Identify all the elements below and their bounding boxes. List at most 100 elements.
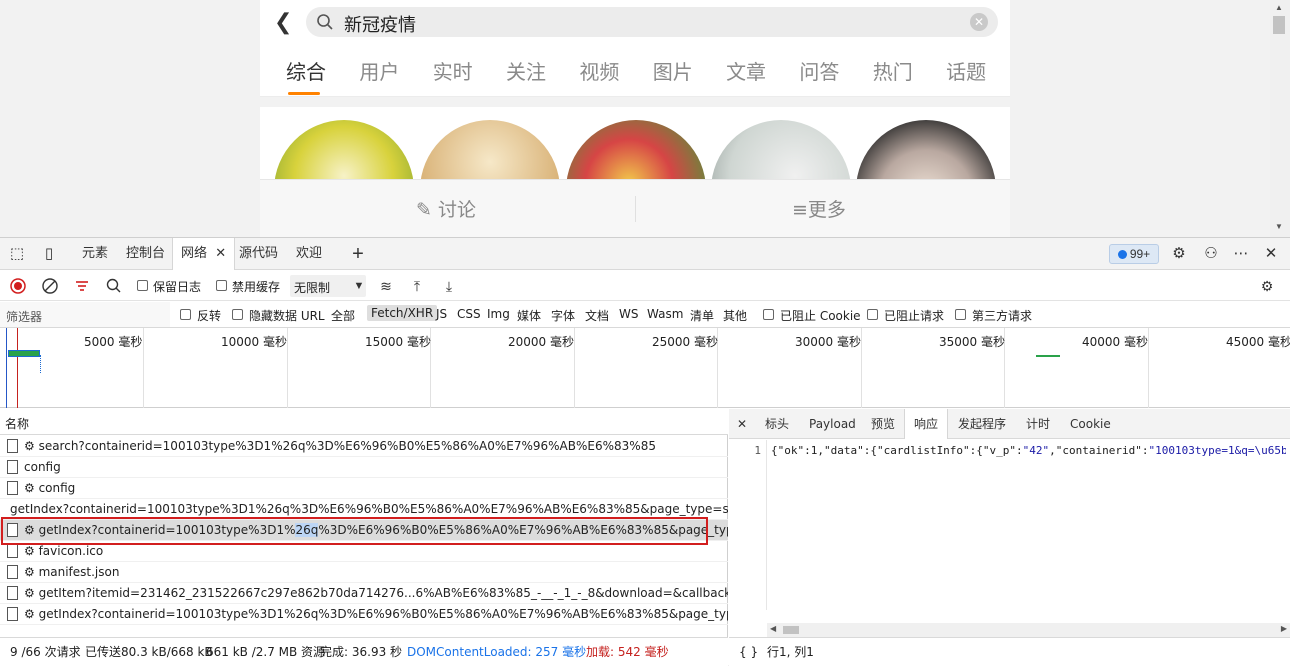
tab-realtime[interactable]: 实时 xyxy=(433,56,473,85)
request-name: config xyxy=(24,460,61,474)
issues-badge[interactable]: 99+ xyxy=(1109,244,1159,264)
name-column-label: 名称 xyxy=(5,417,30,431)
discuss-button[interactable]: ✎ 讨论 xyxy=(416,195,476,222)
tab-headers[interactable]: 标头 xyxy=(765,409,789,439)
back-arrow-icon[interactable]: ❮ xyxy=(274,8,298,36)
pretty-print-button[interactable]: { } xyxy=(739,638,758,666)
invert-checkbox[interactable] xyxy=(180,309,191,320)
tab-images[interactable]: 图片 xyxy=(653,56,693,85)
request-row[interactable]: ⚙ manifest.json xyxy=(0,562,728,583)
more-button[interactable]: ≡更多 xyxy=(792,195,846,222)
more-options-icon[interactable]: ⋯ xyxy=(1232,245,1250,263)
settings-icon[interactable]: ⚙ xyxy=(1170,245,1188,263)
tab-users[interactable]: 用户 xyxy=(359,56,399,85)
scroll-right-icon[interactable]: ▶ xyxy=(1281,624,1287,633)
response-body[interactable]: 1 {"ok":1,"data":{"cardlistInfo":{"v_p":… xyxy=(729,440,1290,610)
device-toggle-icon[interactable]: ▯ xyxy=(40,245,58,263)
clear-icon[interactable]: ✕ xyxy=(970,13,988,31)
discuss-label: 讨论 xyxy=(437,199,476,221)
tab-qa[interactable]: 问答 xyxy=(799,56,839,85)
disable-cache-checkbox[interactable] xyxy=(216,280,227,291)
request-row[interactable]: ⚙ getIndex?containerid=100103type%3D1%26… xyxy=(0,604,728,625)
filter-manifest[interactable]: 清单 xyxy=(690,307,714,324)
blocked-requests-checkbox[interactable] xyxy=(867,309,878,320)
request-count: 9 /66 次请求 xyxy=(10,645,81,659)
network-overview[interactable]: 5000 毫秒 10000 毫秒 15000 毫秒 20000 毫秒 25000… xyxy=(0,328,1290,408)
page-scrollbar[interactable]: ▲ ▼ xyxy=(1270,0,1290,237)
filter-js[interactable]: JS xyxy=(436,307,447,321)
third-party-checkbox[interactable] xyxy=(955,309,966,320)
filter-placeholder: 筛选器 xyxy=(6,310,43,324)
network-conditions-icon[interactable]: ≋ xyxy=(377,277,395,295)
tab-response[interactable]: 响应 xyxy=(904,409,949,439)
tab-timing[interactable]: 计时 xyxy=(1026,409,1050,439)
scroll-down-icon[interactable]: ▼ xyxy=(1275,222,1283,231)
network-settings-icon[interactable]: ⚙ xyxy=(1258,277,1276,295)
filter-input[interactable]: 筛选器 xyxy=(0,302,170,327)
hide-data-urls-checkbox[interactable] xyxy=(232,309,243,320)
tab-video[interactable]: 视频 xyxy=(579,56,619,85)
section-gap xyxy=(260,97,1010,107)
tab-preview[interactable]: 预览 xyxy=(871,409,895,439)
export-har-icon[interactable]: ⤓ xyxy=(440,277,458,295)
search-box[interactable]: 新冠疫情 ✕ xyxy=(306,7,998,37)
tab-welcome[interactable]: 欢迎 xyxy=(296,238,322,270)
filter-icon[interactable] xyxy=(73,277,91,295)
filter-img[interactable]: Img xyxy=(487,307,510,321)
request-row[interactable]: ⚙ getItem?itemid=231462_231522667c297e86… xyxy=(0,583,728,604)
scroll-left-icon[interactable]: ◀ xyxy=(770,624,776,633)
inspect-element-icon[interactable]: ⬚ xyxy=(8,245,26,263)
overview-tick: 15000 毫秒 xyxy=(365,335,431,349)
filter-css[interactable]: CSS xyxy=(457,307,481,321)
scroll-up-icon[interactable]: ▲ xyxy=(1275,3,1283,12)
tab-sources[interactable]: 源代码 xyxy=(239,238,278,270)
tab-elements[interactable]: 元素 xyxy=(82,238,108,270)
close-detail-icon[interactable]: ✕ xyxy=(737,409,747,439)
search-icon[interactable] xyxy=(105,277,123,295)
filter-font[interactable]: 字体 xyxy=(551,307,575,324)
scrollbar-thumb[interactable] xyxy=(1273,16,1285,34)
transferred: 已传送80.3 kB/668 kB xyxy=(85,645,213,659)
close-devtools-icon[interactable]: ✕ xyxy=(1262,245,1280,263)
preserve-log-checkbox[interactable] xyxy=(137,280,148,291)
filter-doc[interactable]: 文档 xyxy=(585,307,609,324)
scrollbar-thumb[interactable] xyxy=(783,626,799,634)
search-input[interactable]: 新冠疫情 xyxy=(344,11,416,37)
tab-cookies[interactable]: Cookie xyxy=(1070,409,1111,439)
tab-following[interactable]: 关注 xyxy=(506,56,546,85)
tab-network[interactable]: 网络 ✕ xyxy=(172,238,236,270)
tab-articles[interactable]: 文章 xyxy=(726,56,766,85)
tab-console[interactable]: 控制台 xyxy=(126,238,165,270)
response-code-line: {"ok":1,"data":{"cardlistInfo":{"v_p":"4… xyxy=(771,444,1286,457)
request-row[interactable]: ⚙ config xyxy=(0,478,728,499)
tab-initiator[interactable]: 发起程序 xyxy=(958,409,1006,439)
tab-hot[interactable]: 热门 xyxy=(873,56,913,85)
dcl-marker xyxy=(6,328,7,408)
tab-payload[interactable]: Payload xyxy=(809,409,856,439)
customize-icon[interactable]: ⚇ xyxy=(1202,245,1220,263)
overview-gridline xyxy=(287,328,288,408)
tab-topics[interactable]: 话题 xyxy=(946,56,986,85)
import-har-icon[interactable]: ⤒ xyxy=(408,277,426,295)
file-icon xyxy=(7,586,18,600)
finish-time: 完成: 36.93 秒 xyxy=(320,645,403,659)
filter-fetch-xhr[interactable]: Fetch/XHR xyxy=(367,305,438,321)
name-column-header[interactable]: 名称 xyxy=(0,409,728,435)
filter-all[interactable]: 全部 xyxy=(331,307,355,324)
record-icon[interactable] xyxy=(9,277,27,295)
tab-comprehensive[interactable]: 综合 xyxy=(286,56,326,95)
chevron-down-icon[interactable]: ▼ xyxy=(350,277,368,295)
file-icon xyxy=(7,460,18,474)
filter-ws[interactable]: WS xyxy=(619,307,638,321)
filter-media[interactable]: 媒体 xyxy=(517,307,541,324)
clear-icon[interactable] xyxy=(41,277,59,295)
request-row[interactable]: ⚙ search?containerid=100103type%3D1%26q%… xyxy=(0,436,728,457)
request-row[interactable]: config xyxy=(0,457,728,478)
horizontal-scrollbar[interactable]: ◀ ▶ xyxy=(767,623,1290,637)
blocked-cookies-checkbox[interactable] xyxy=(763,309,774,320)
overview-gridline xyxy=(143,328,144,408)
filter-other[interactable]: 其他 xyxy=(723,307,747,324)
add-tab-icon[interactable]: + xyxy=(349,244,367,264)
filter-wasm[interactable]: Wasm xyxy=(647,307,683,321)
close-tab-icon[interactable]: ✕ xyxy=(215,246,226,261)
